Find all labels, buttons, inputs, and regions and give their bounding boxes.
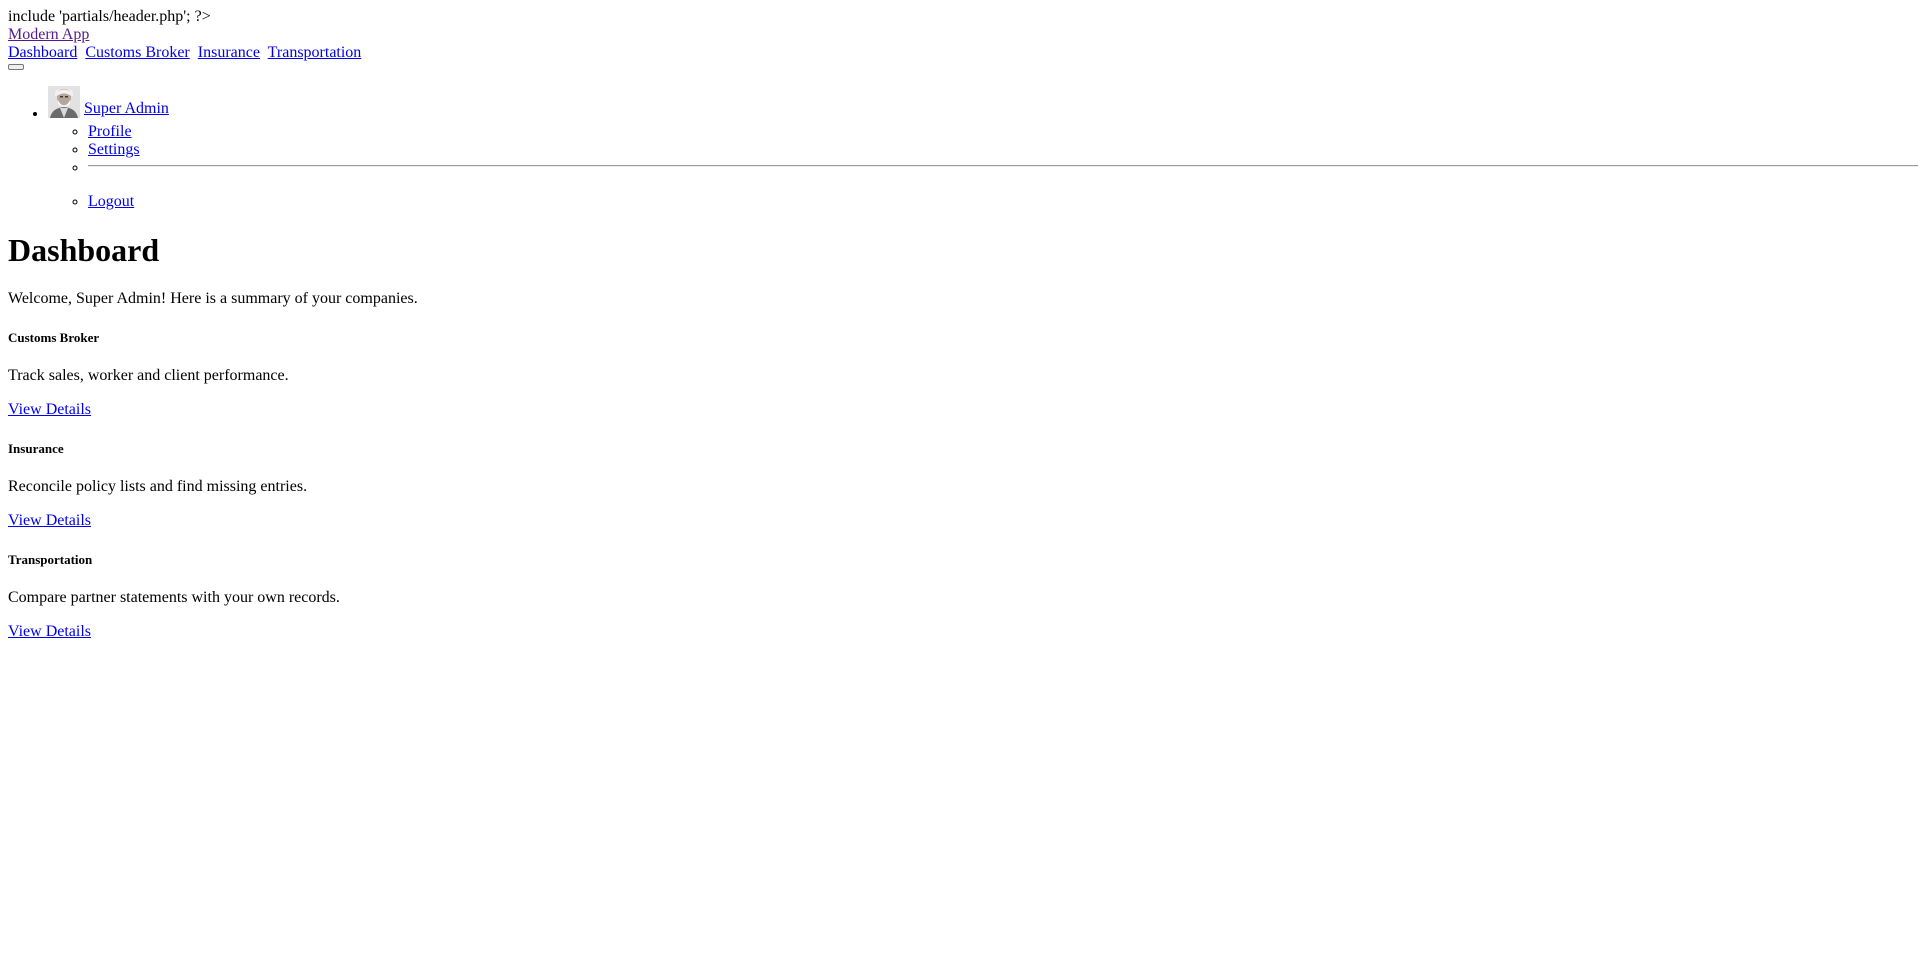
card-title: Transportation (8, 552, 93, 567)
user-dropdown-menu: Profile Settings Logout (48, 123, 1918, 211)
user-menu-item: Super Admin Profile Settings Logout (48, 86, 1918, 211)
card-transportation: Transportation Compare partner statement… (8, 552, 1912, 641)
dropdown-divider-item (88, 159, 1918, 193)
user-name: Super Admin (84, 100, 169, 117)
page: include 'partials/header.php'; ?> Modern… (0, 0, 1918, 641)
raw-include-text: include 'partials/header.php'; ?> (8, 8, 211, 25)
user-menu: Super Admin Profile Settings Logout (8, 86, 1918, 211)
settings-link[interactable]: Settings (88, 141, 140, 158)
card-title: Insurance (8, 441, 64, 456)
welcome-message: Welcome, Super Admin! Here is a summary … (8, 290, 418, 307)
nav-link-customs-broker[interactable]: Customs Broker (85, 44, 189, 61)
card-description: Track sales, worker and client performan… (8, 367, 289, 384)
page-title: Dashboard (8, 232, 160, 268)
navbar-toggler-button[interactable] (8, 64, 24, 70)
card-customs-broker: Customs Broker Track sales, worker and c… (8, 330, 1912, 419)
dropdown-item-settings: Settings (88, 141, 1912, 159)
view-details-link-transportation[interactable]: View Details (8, 623, 91, 641)
view-details-link-customs-broker[interactable]: View Details (8, 401, 91, 419)
profile-link[interactable]: Profile (88, 123, 132, 140)
card-description: Reconcile policy lists and find missing … (8, 478, 308, 495)
brand-link[interactable]: Modern App (8, 26, 89, 43)
dropdown-item-profile: Profile (88, 123, 1912, 141)
avatar (48, 86, 80, 118)
nav-link-dashboard[interactable]: Dashboard (8, 44, 77, 61)
user-dropdown-toggle[interactable]: Super Admin (48, 86, 169, 118)
dropdown-divider (88, 165, 1918, 167)
navbar-brand-row: Modern App (8, 26, 1912, 44)
dropdown-item-logout: Logout (88, 193, 1912, 211)
card-title: Customs Broker (8, 330, 100, 345)
nav-link-insurance[interactable]: Insurance (198, 44, 260, 61)
logout-link[interactable]: Logout (88, 193, 134, 210)
card-description: Compare partner statements with your own… (8, 589, 340, 606)
nav-link-transportation[interactable]: Transportation (268, 44, 362, 61)
card-insurance: Insurance Reconcile policy lists and fin… (8, 441, 1912, 530)
avatar-image (48, 86, 80, 118)
main-nav: Dashboard Customs Broker Insurance Trans… (8, 44, 1912, 62)
view-details-link-insurance[interactable]: View Details (8, 512, 91, 530)
